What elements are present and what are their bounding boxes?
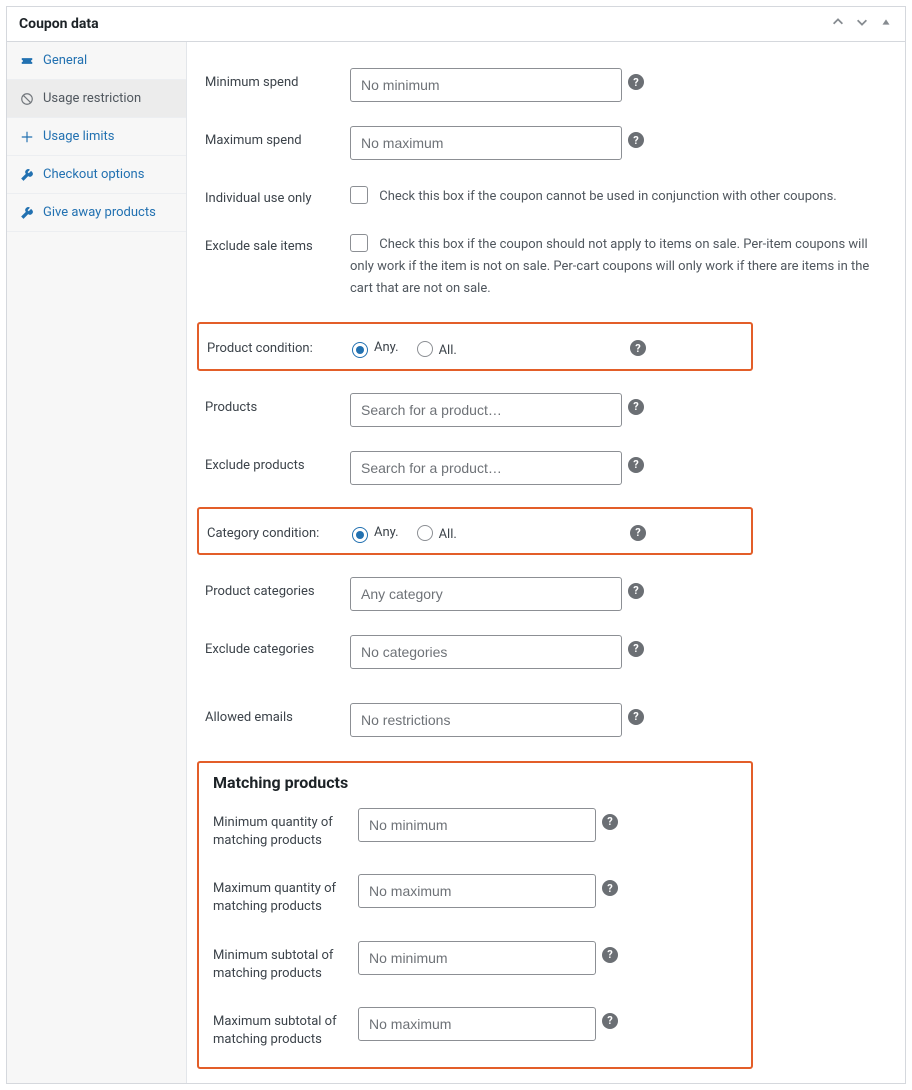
sidebar-item-label: Give away products — [43, 205, 156, 220]
row-exclude-categories: Exclude categories ? — [205, 623, 887, 681]
min-qty-input[interactable] — [358, 808, 596, 842]
limits-icon — [19, 130, 35, 144]
product-categories-input[interactable] — [350, 577, 622, 611]
label-min-spend: Minimum spend — [205, 68, 350, 92]
label-min-qty: Minimum quantity of matching products — [213, 808, 358, 850]
category-condition-box: Category condition: Any. All. ? — [197, 507, 753, 555]
help-icon[interactable]: ? — [630, 525, 646, 541]
help-icon[interactable]: ? — [628, 399, 644, 415]
label-products: Products — [205, 393, 350, 417]
row-product-categories: Product categories ? — [205, 565, 887, 623]
panel-body: General Usage restriction Usage limits C… — [7, 42, 905, 1083]
row-max-qty: Maximum quantity of matching products ? — [213, 862, 737, 928]
radio-label-all: All. — [439, 343, 457, 358]
help-icon[interactable]: ? — [602, 814, 618, 830]
individual-use-desc: Check this box if the coupon cannot be u… — [379, 189, 837, 204]
max-spend-input[interactable] — [350, 126, 622, 160]
radio-label-any: Any. — [374, 525, 399, 540]
row-products: Products ? — [205, 381, 887, 439]
label-individual-use: Individual use only — [205, 184, 350, 208]
label-product-condition: Product condition: — [207, 334, 352, 358]
category-condition-any[interactable]: Any. — [352, 525, 399, 543]
move-up-icon[interactable] — [831, 15, 845, 33]
exclude-sale-desc: Check this box if the coupon should not … — [350, 237, 869, 296]
min-subtotal-input[interactable] — [358, 941, 596, 975]
row-product-condition: Product condition: Any. All. ? — [207, 326, 743, 366]
row-max-subtotal: Maximum subtotal of matching products ? — [213, 995, 737, 1061]
move-down-icon[interactable] — [855, 15, 869, 33]
toggle-icon[interactable] — [879, 15, 893, 33]
row-min-subtotal: Minimum subtotal of matching products ? — [213, 929, 737, 995]
sidebar-item-label: Usage limits — [43, 129, 114, 144]
help-icon[interactable]: ? — [628, 457, 644, 473]
ticket-icon — [19, 54, 35, 68]
matching-products-title: Matching products — [213, 773, 737, 792]
row-max-spend: Maximum spend ? — [205, 114, 887, 172]
label-allowed-emails: Allowed emails — [205, 703, 350, 727]
label-category-condition: Category condition: — [207, 519, 352, 543]
label-exclude-sale: Exclude sale items — [205, 232, 350, 256]
help-icon[interactable]: ? — [630, 340, 646, 356]
help-icon[interactable]: ? — [628, 709, 644, 725]
help-icon[interactable]: ? — [602, 947, 618, 963]
matching-products-section: Matching products Minimum quantity of ma… — [197, 761, 753, 1070]
help-icon[interactable]: ? — [602, 880, 618, 896]
exclude-products-input[interactable] — [350, 451, 622, 485]
max-qty-input[interactable] — [358, 874, 596, 908]
radio-label-all: All. — [439, 527, 457, 542]
help-icon[interactable]: ? — [628, 583, 644, 599]
row-exclude-sale: Exclude sale items Check this box if the… — [205, 220, 887, 312]
row-category-condition: Category condition: Any. All. ? — [207, 511, 743, 551]
label-max-qty: Maximum quantity of matching products — [213, 874, 358, 916]
sidebar: General Usage restriction Usage limits C… — [7, 42, 187, 1083]
label-max-subtotal: Maximum subtotal of matching products — [213, 1007, 358, 1049]
row-individual-use: Individual use only Check this box if th… — [205, 172, 887, 220]
row-allowed-emails: Allowed emails ? — [205, 691, 887, 749]
sidebar-item-label: General — [43, 53, 87, 68]
sidebar-item-usage-restriction[interactable]: Usage restriction — [7, 80, 186, 118]
exclude-sale-checkbox[interactable] — [350, 234, 368, 252]
allowed-emails-input[interactable] — [350, 703, 622, 737]
product-condition-box: Product condition: Any. All. ? — [197, 322, 753, 370]
label-min-subtotal: Minimum subtotal of matching products — [213, 941, 358, 983]
label-product-categories: Product categories — [205, 577, 350, 601]
product-condition-any[interactable]: Any. — [352, 340, 399, 358]
row-exclude-products: Exclude products ? — [205, 439, 887, 497]
exclude-categories-input[interactable] — [350, 635, 622, 669]
label-exclude-categories: Exclude categories — [205, 635, 350, 659]
help-icon[interactable]: ? — [628, 641, 644, 657]
radio-label-any: Any. — [374, 340, 399, 355]
products-input[interactable] — [350, 393, 622, 427]
row-min-spend: Minimum spend ? — [205, 56, 887, 114]
sidebar-item-giveaway[interactable]: Give away products — [7, 194, 186, 232]
label-exclude-products: Exclude products — [205, 451, 350, 475]
min-spend-input[interactable] — [350, 68, 622, 102]
sidebar-item-label: Usage restriction — [43, 91, 141, 106]
block-icon — [19, 92, 35, 106]
sidebar-item-usage-limits[interactable]: Usage limits — [7, 118, 186, 156]
panel-title: Coupon data — [19, 16, 99, 32]
individual-use-checkbox[interactable] — [350, 186, 368, 204]
wrench-icon — [19, 206, 35, 220]
row-min-qty: Minimum quantity of matching products ? — [213, 796, 737, 862]
label-max-spend: Maximum spend — [205, 126, 350, 150]
wrench-icon — [19, 168, 35, 182]
category-condition-all[interactable]: All. — [417, 525, 457, 542]
panel-controls — [831, 15, 893, 33]
coupon-data-panel: Coupon data General Usage restriction Us… — [6, 6, 906, 1084]
help-icon[interactable]: ? — [628, 74, 644, 90]
content: Minimum spend ? Maximum spend ? Individu… — [187, 42, 905, 1083]
sidebar-item-general[interactable]: General — [7, 42, 186, 80]
help-icon[interactable]: ? — [628, 132, 644, 148]
panel-header: Coupon data — [7, 7, 905, 42]
sidebar-item-label: Checkout options — [43, 167, 144, 182]
sidebar-item-checkout-options[interactable]: Checkout options — [7, 156, 186, 194]
product-condition-all[interactable]: All. — [417, 341, 457, 358]
help-icon[interactable]: ? — [602, 1013, 618, 1029]
